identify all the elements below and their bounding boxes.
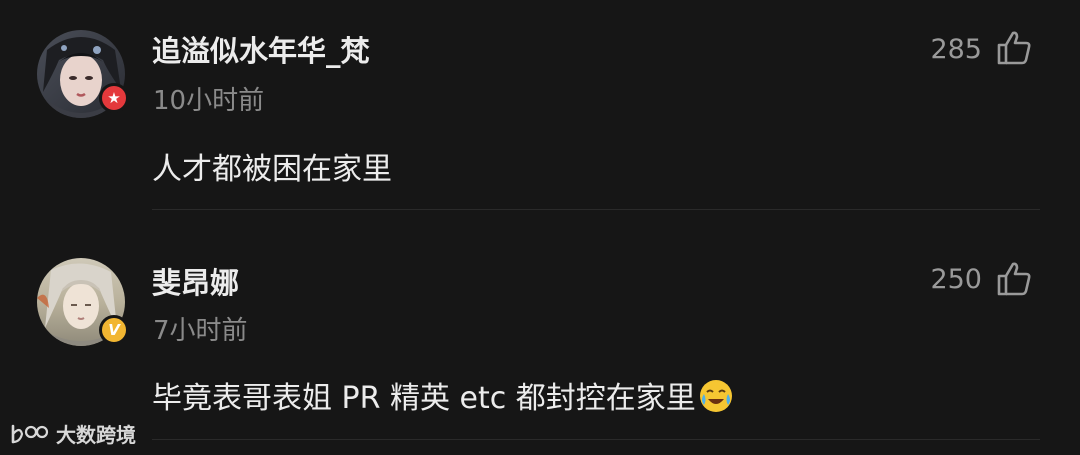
username[interactable]: 追溢似水年华_梵: [152, 28, 370, 70]
comment-item: ★ 追溢似水年华_梵 10小时前 人才都被困在家里 285: [0, 0, 1080, 225]
comment-item: V 斐昂娜 7小时前 毕竟表哥表姐 PR 精英 etc 都封控在家里 250: [0, 230, 1080, 455]
verified-v-badge: V: [99, 315, 129, 345]
crying-laughing-emoji: [699, 380, 732, 412]
username[interactable]: 斐昂娜: [152, 260, 239, 302]
thumbs-up-icon[interactable]: [995, 29, 1033, 67]
divider: [152, 209, 1040, 210]
watermark-text: 大数跨境: [56, 423, 136, 447]
thumbs-up-icon[interactable]: [995, 260, 1033, 298]
comment-timestamp: 7小时前: [153, 316, 248, 346]
star-badge: ★: [99, 83, 129, 113]
comment-text-wrapper: 毕竟表哥表姐 PR 精英 etc 都封控在家里: [152, 373, 734, 417]
like-count: 250: [930, 264, 982, 295]
divider: [152, 439, 1040, 440]
like-count: 285: [930, 34, 982, 65]
watermark: 大数跨境: [10, 419, 136, 448]
comment-text: 人才都被困在家里: [152, 152, 392, 187]
comment-timestamp: 10小时前: [153, 86, 265, 116]
comment-text: 毕竟表哥表姐 PR 精英 etc 都封控在家里: [152, 381, 696, 416]
watermark-logo-icon: [11, 424, 49, 443]
